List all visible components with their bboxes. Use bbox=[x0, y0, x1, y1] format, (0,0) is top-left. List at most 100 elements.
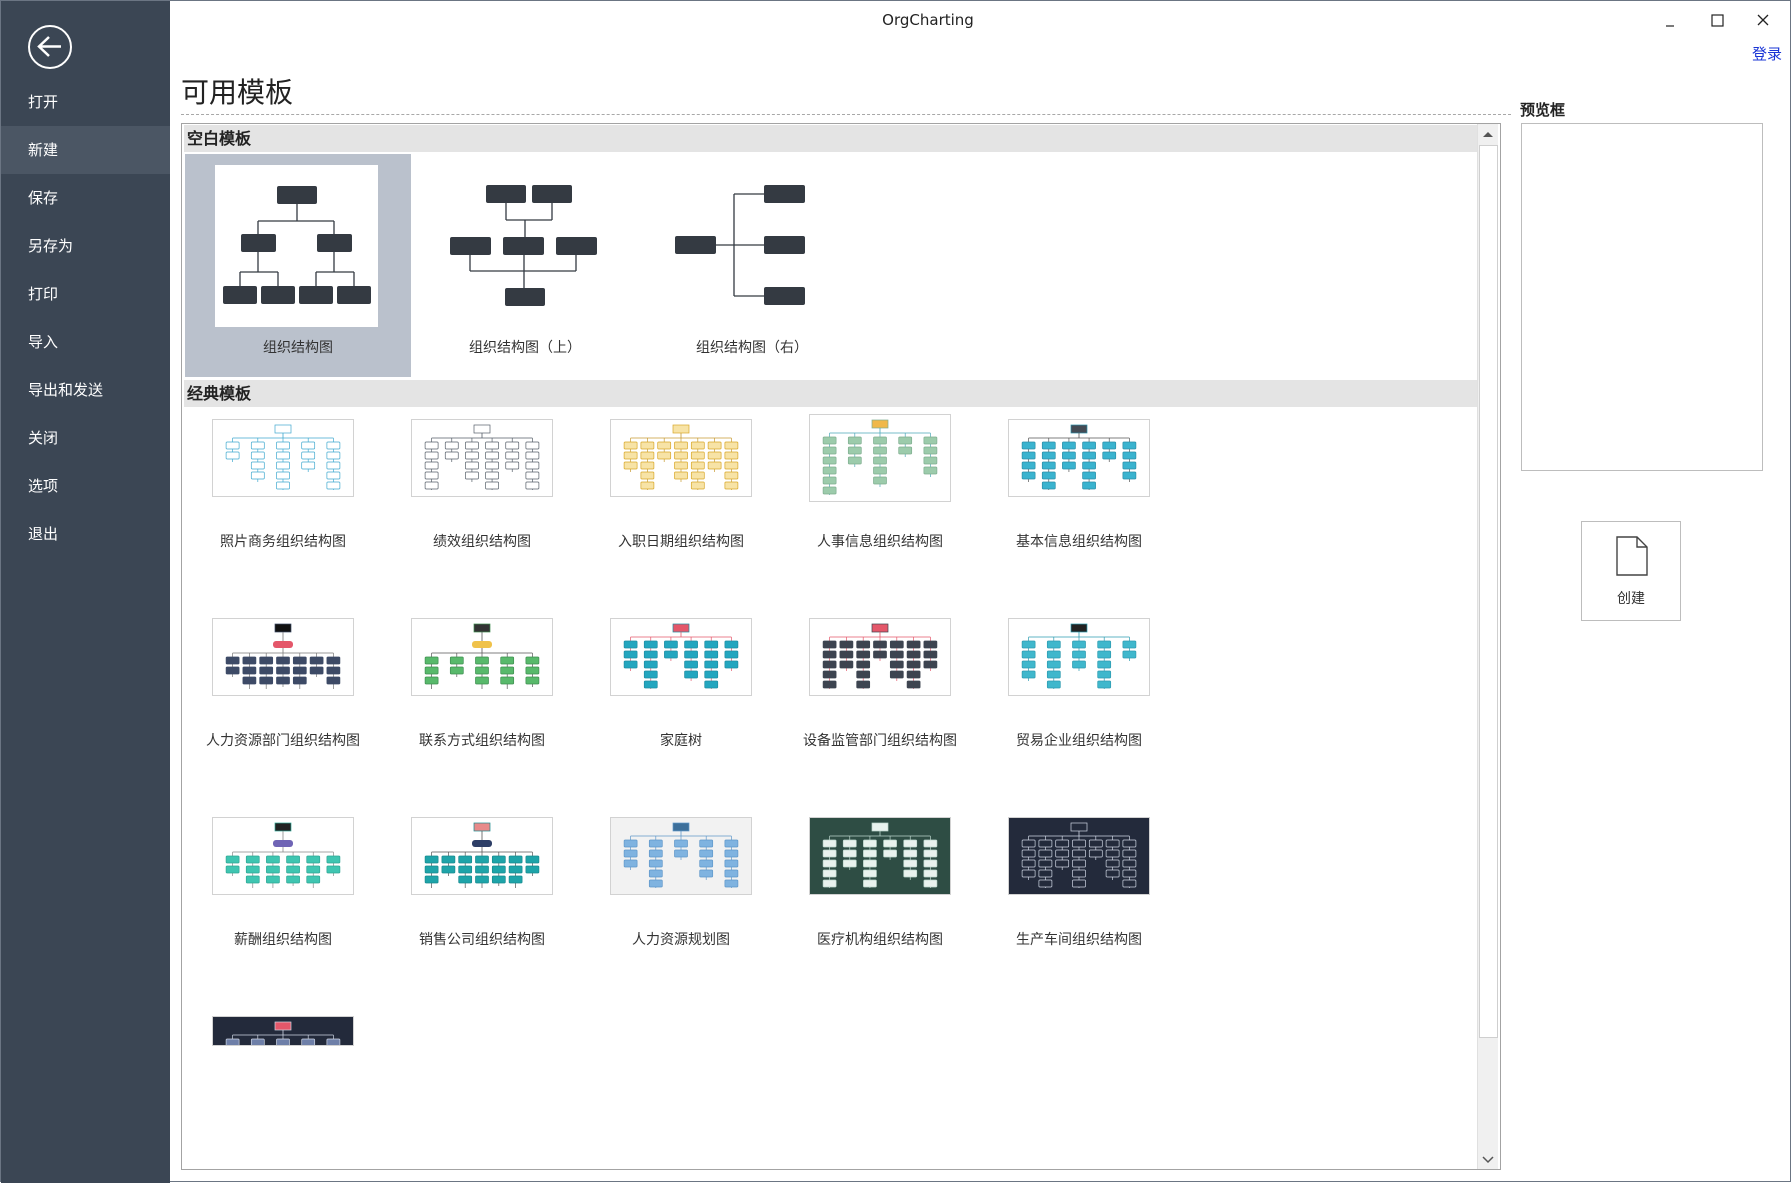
chevron-up-icon bbox=[1483, 132, 1493, 137]
template-tile[interactable]: 绩效组织结构图 bbox=[384, 410, 610, 600]
scroll-thumb[interactable] bbox=[1479, 145, 1498, 1038]
close-icon bbox=[1757, 14, 1769, 26]
template-thumbnail bbox=[1008, 419, 1150, 497]
org-chart-top-icon bbox=[450, 185, 597, 306]
template-tile[interactable]: 生产车间组织结构图 bbox=[981, 808, 1207, 998]
template-tile[interactable]: 照片商务组织结构图 bbox=[185, 410, 411, 600]
arrow-left-icon bbox=[37, 36, 61, 57]
template-preview-graphic bbox=[1009, 818, 1149, 894]
preview-box bbox=[1521, 123, 1763, 471]
close-button[interactable] bbox=[1748, 7, 1778, 35]
template-tile[interactable]: 人事信息组织结构图 bbox=[782, 410, 1008, 600]
template-label: 人力资源规划图 bbox=[632, 932, 730, 948]
template-preview-graphic bbox=[213, 1017, 353, 1045]
template-tile[interactable]: 基本信息组织结构图 bbox=[981, 410, 1207, 600]
sidebar-item-options[interactable]: 选项 bbox=[1, 462, 170, 510]
section-header-classic: 经典模板 bbox=[184, 380, 1479, 407]
sidebar-item-save-as[interactable]: 另存为 bbox=[1, 222, 170, 270]
template-label: 贸易企业组织结构图 bbox=[1016, 733, 1142, 749]
template-preview-graphic bbox=[213, 619, 353, 695]
template-label: 组织结构图 bbox=[263, 340, 333, 356]
org-chart-right-icon bbox=[675, 185, 805, 305]
template-tile[interactable]: 入职日期组织结构图 bbox=[583, 410, 809, 600]
template-thumbnail bbox=[1008, 618, 1150, 696]
scroll-up-button[interactable] bbox=[1478, 124, 1498, 144]
template-label: 医疗机构组织结构图 bbox=[817, 932, 943, 948]
template-thumbnail bbox=[212, 1016, 354, 1046]
template-label: 照片商务组织结构图 bbox=[220, 534, 346, 550]
template-thumbnail bbox=[411, 419, 553, 497]
template-label: 入职日期组织结构图 bbox=[618, 534, 744, 550]
chevron-down-icon bbox=[1482, 1156, 1494, 1164]
template-thumbnail bbox=[610, 419, 752, 497]
sidebar-item-import[interactable]: 导入 bbox=[1, 318, 170, 366]
section-header-blank: 空白模板 bbox=[184, 125, 1479, 152]
template-thumbnail bbox=[809, 618, 951, 696]
template-preview-graphic bbox=[810, 818, 950, 894]
sidebar-item-exit[interactable]: 退出 bbox=[1, 510, 170, 558]
template-preview-graphic bbox=[1009, 420, 1149, 496]
template-tile-orgchart[interactable]: 组织结构图 bbox=[185, 154, 411, 377]
maximize-icon bbox=[1711, 14, 1724, 27]
template-preview-graphic bbox=[611, 619, 751, 695]
template-tile[interactable]: 医疗机构组织结构图 bbox=[782, 808, 1008, 998]
template-thumbnail bbox=[610, 817, 752, 895]
minimize-button[interactable] bbox=[1656, 7, 1686, 35]
template-tile[interactable]: 贸易企业组织结构图 bbox=[981, 609, 1207, 799]
template-thumbnail bbox=[1008, 817, 1150, 895]
template-preview-graphic bbox=[810, 415, 950, 501]
vertical-scrollbar[interactable] bbox=[1477, 124, 1498, 1169]
org-chart-icon bbox=[223, 186, 371, 304]
template-tile[interactable]: 人力资源规划图 bbox=[583, 808, 809, 998]
template-tile[interactable] bbox=[185, 1007, 411, 1169]
app-window: 打开 新建 保存 另存为 打印 导入 导出和发送 关闭 选项 退出 OrgCharting 登录 … bbox=[0, 0, 1791, 1183]
template-tile-orgchart-right[interactable]: 组织结构图（右） bbox=[639, 154, 865, 377]
template-label: 销售公司组织结构图 bbox=[419, 932, 545, 948]
sidebar-item-new[interactable]: 新建 bbox=[1, 126, 170, 174]
template-thumbnail bbox=[809, 817, 951, 895]
create-label: 创建 bbox=[1617, 591, 1645, 607]
template-preview-graphic bbox=[611, 420, 751, 496]
sidebar-item-export-send[interactable]: 导出和发送 bbox=[1, 366, 170, 414]
back-icon[interactable] bbox=[28, 25, 72, 69]
template-thumbnail bbox=[809, 414, 951, 502]
template-tile[interactable]: 联系方式组织结构图 bbox=[384, 609, 610, 799]
template-label: 联系方式组织结构图 bbox=[419, 733, 545, 749]
template-thumbnail bbox=[212, 419, 354, 497]
divider bbox=[181, 114, 1511, 115]
template-preview-graphic bbox=[213, 818, 353, 894]
template-tile[interactable]: 家庭树 bbox=[583, 609, 809, 799]
sidebar-item-open[interactable]: 打开 bbox=[1, 78, 170, 126]
template-tile[interactable]: 销售公司组织结构图 bbox=[384, 808, 610, 998]
sidebar-item-print[interactable]: 打印 bbox=[1, 270, 170, 318]
template-tile[interactable]: 人力资源部门组织结构图 bbox=[185, 609, 411, 799]
template-preview-graphic bbox=[810, 619, 950, 695]
preview-label: 预览框 bbox=[1520, 101, 1566, 119]
template-thumbnail bbox=[411, 618, 553, 696]
template-thumbnail bbox=[212, 618, 354, 696]
template-preview-graphic bbox=[412, 420, 552, 496]
template-thumbnail bbox=[610, 618, 752, 696]
template-thumbnail bbox=[215, 165, 378, 327]
sidebar-item-close[interactable]: 关闭 bbox=[1, 414, 170, 462]
create-button[interactable]: 创建 bbox=[1581, 521, 1681, 621]
template-preview-graphic bbox=[611, 818, 751, 894]
sidebar-item-save[interactable]: 保存 bbox=[1, 174, 170, 222]
template-label: 家庭树 bbox=[660, 733, 702, 749]
template-label: 组织结构图（右） bbox=[696, 340, 808, 356]
scroll-down-button[interactable] bbox=[1478, 1149, 1498, 1169]
template-tile-orgchart-top[interactable]: 组织结构图（上） bbox=[412, 154, 638, 377]
template-tile[interactable]: 薪酬组织结构图 bbox=[185, 808, 411, 998]
template-tile[interactable]: 设备监管部门组织结构图 bbox=[782, 609, 1008, 799]
template-label: 组织结构图（上） bbox=[469, 340, 581, 356]
title-bar: OrgCharting bbox=[170, 1, 1790, 41]
document-icon bbox=[1616, 536, 1648, 576]
window-title: OrgCharting bbox=[882, 11, 974, 29]
maximize-button[interactable] bbox=[1702, 7, 1732, 35]
template-thumbnail bbox=[411, 817, 553, 895]
template-thumbnail bbox=[212, 817, 354, 895]
template-preview-graphic bbox=[412, 619, 552, 695]
login-link[interactable]: 登录 bbox=[1752, 43, 1782, 64]
template-label: 设备监管部门组织结构图 bbox=[803, 733, 957, 749]
template-label: 人事信息组织结构图 bbox=[817, 534, 943, 550]
